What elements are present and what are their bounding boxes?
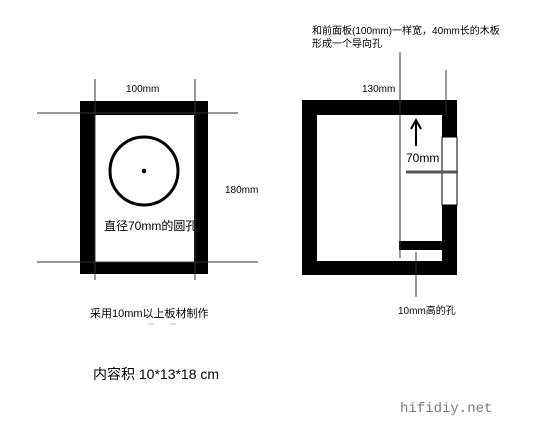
front-baffle-top: [442, 115, 457, 137]
watermark-text: hifidiy.net: [400, 401, 492, 417]
material-note: 采用10mm以上板材制作: [90, 306, 209, 320]
port-board: [399, 241, 456, 250]
speaker-box-diagram: 100mm 180mm 直径70mm的圆孔 采用10mm以上板材制作 130mm…: [37, 24, 500, 417]
front-width-label: 100mm: [126, 84, 159, 95]
side-view: 130mm 70mm 和前面板(100mm)一样宽，40mm长的木板 形成一个导…: [302, 24, 500, 317]
front-height-label: 180mm: [225, 185, 258, 196]
hole-diameter-label: 直径70mm的圆孔: [104, 218, 197, 233]
slot-height-label: 10mm高的孔: [398, 304, 456, 317]
volume-label: 内容积 10*13*18 cm: [93, 366, 219, 382]
side-width-label: 130mm: [362, 84, 395, 95]
front-baffle-bottom: [442, 205, 457, 261]
port-note-line-2: 形成一个导向孔: [312, 37, 382, 50]
front-view: 100mm 180mm 直径70mm的圆孔 采用10mm以上板材制作: [37, 79, 258, 325]
driver-hole-center: [141, 168, 147, 174]
port-note-line-1: 和前面板(100mm)一样宽，40mm长的木板: [312, 24, 500, 37]
port-length-label: 70mm: [406, 151, 439, 165]
